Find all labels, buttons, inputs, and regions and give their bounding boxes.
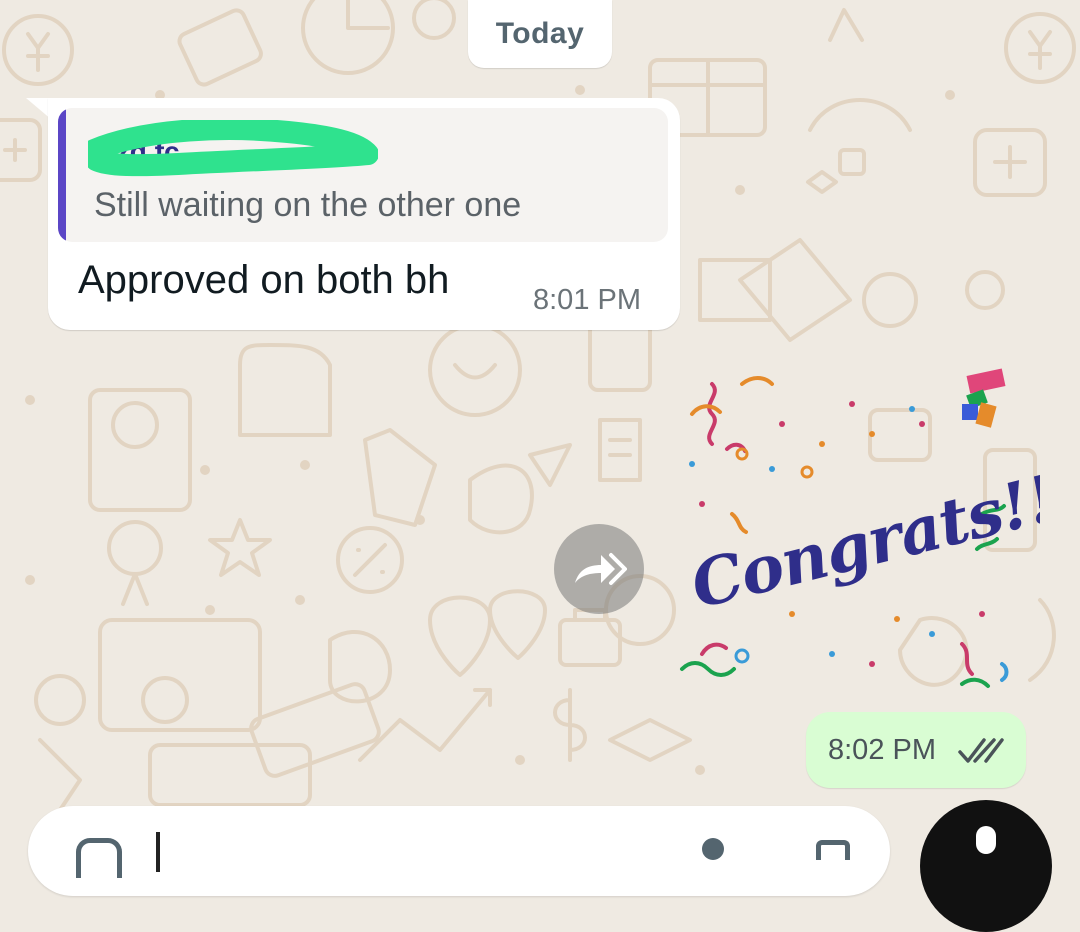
outgoing-timestamp: 8:02 PM (828, 734, 936, 766)
outgoing-message-bubble[interactable]: 8:02 PM (806, 712, 1026, 788)
message-composer[interactable] (28, 806, 890, 896)
double-check-icon (958, 738, 1004, 763)
forward-button[interactable] (554, 524, 644, 614)
sticker-text: Congrats!!! (684, 455, 1040, 624)
text-cursor (156, 832, 160, 872)
quote-accent-bar (58, 108, 66, 242)
emoji-icon[interactable] (76, 838, 122, 878)
quoted-text: Still waiting on the other one (94, 186, 522, 224)
camera-icon[interactable] (816, 840, 850, 860)
attach-icon[interactable] (702, 838, 724, 860)
redaction-scribble (88, 120, 378, 177)
quoted-message[interactable]: Ozg fc Still waiting on the other one (58, 108, 668, 242)
date-separator: Today (468, 0, 612, 68)
forward-arrow-icon (575, 553, 627, 585)
message-text: Approved on both bh (78, 258, 450, 302)
congrats-sticker[interactable]: Congrats!!! (672, 364, 1040, 714)
message-timestamp: 8:01 PM (533, 284, 641, 316)
microphone-icon (976, 826, 996, 854)
mic-button[interactable] (920, 800, 1052, 932)
